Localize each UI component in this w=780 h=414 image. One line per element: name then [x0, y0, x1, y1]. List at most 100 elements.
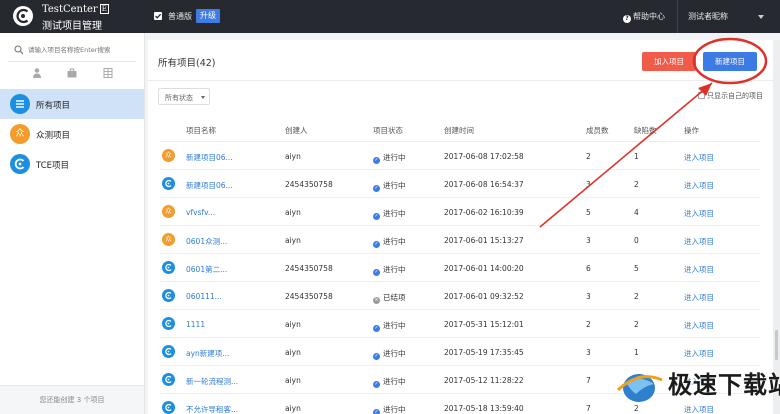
project-name-link[interactable]: 不允许导租客...	[186, 404, 238, 414]
join-project-button[interactable]: 加入项目	[642, 52, 696, 71]
enter-project-link[interactable]: 进入项目	[684, 236, 714, 247]
upgrade-button[interactable]: 升级	[196, 9, 220, 23]
project-defect-count: 1	[634, 348, 639, 357]
project-member-count: 3	[586, 348, 591, 357]
col-header-members[interactable]: 成员数	[586, 125, 609, 136]
enter-project-link[interactable]: 进入项目	[684, 292, 714, 303]
project-member-count: 7	[586, 376, 591, 385]
project-member-count: 3	[586, 180, 591, 189]
scrollbar-thumb[interactable]	[775, 330, 778, 360]
project-defect-count: 2	[634, 292, 639, 301]
project-member-count: 3	[586, 292, 591, 301]
project-defect-count: 1	[634, 152, 639, 161]
col-header-action: 操作	[684, 126, 699, 135]
new-project-button[interactable]: 新建项目	[703, 52, 757, 71]
project-status-label: 进行中	[383, 321, 406, 330]
sidebar-item-label: 众测项目	[36, 131, 71, 141]
grid-icon[interactable]	[102, 67, 114, 79]
enter-project-link[interactable]: 进入项目	[684, 320, 714, 331]
enter-project-link[interactable]: 进入项目	[684, 180, 714, 191]
col-header-created[interactable]: 创建时间	[444, 125, 474, 136]
col-header-defects[interactable]: 缺陷数	[634, 125, 657, 136]
brand-name-cn: 测试项目管理	[42, 21, 102, 32]
project-creator: 2454350758	[285, 264, 333, 273]
sidebar-filter-icons	[0, 67, 145, 81]
tce-project-icon	[162, 401, 175, 414]
enter-project-link[interactable]: 进入项目	[684, 404, 714, 414]
table-row: 众 vfvsfv... aiyn ✓ 进行中 2017-06-02 16:10:39 5 4 进…	[148, 198, 773, 226]
project-search[interactable]	[8, 41, 136, 59]
project-name-link[interactable]: 新建项目06...	[186, 152, 233, 163]
closed-status-icon: ×	[373, 297, 380, 304]
brand-edition-badge: E	[99, 4, 109, 14]
briefcase-icon[interactable]	[66, 67, 78, 79]
own-only-label: 只显示自己的项目	[707, 92, 763, 100]
project-status: ✓ 进行中	[373, 376, 406, 388]
project-defect-count: 4	[634, 208, 639, 217]
project-member-count: 3	[586, 236, 591, 245]
crowd-project-icon: 众	[162, 149, 175, 162]
project-creator: aiyn	[285, 376, 301, 385]
own-projects-only-toggle[interactable]: 只显示自己的项目	[698, 91, 763, 101]
col-header-status[interactable]: 项目状态	[373, 125, 403, 136]
enter-project-link[interactable]: 进入项目	[684, 264, 714, 275]
project-name-link[interactable]: 060111...	[186, 292, 222, 301]
header-divider	[148, 80, 773, 81]
table-row: 0601第二... 2454350758 ✓ 进行中 2017-06-01 14:00:…	[148, 254, 773, 282]
project-created-time: 2017-06-02 16:10:39	[444, 208, 524, 217]
project-defect-count: 2	[634, 180, 639, 189]
search-icon	[14, 45, 24, 55]
project-name-link[interactable]: 0601第二...	[186, 264, 227, 275]
project-name-link[interactable]: 新一轮流程测...	[186, 376, 238, 387]
project-created-time: 2017-06-01 14:00:20	[444, 264, 524, 273]
project-name-link[interactable]: 新建项目06...	[186, 180, 233, 191]
project-defect-count: 5	[634, 264, 639, 273]
in-progress-status-icon: ✓	[373, 157, 380, 164]
project-list-panel: 所有项目(42) 加入项目 新建项目 所有状态 只显示自己的项目 项目名称 创建…	[148, 40, 773, 414]
in-progress-status-icon: ✓	[373, 325, 380, 332]
enter-project-link[interactable]: 进入项目	[684, 348, 714, 359]
project-status: ✓ 进行中	[373, 180, 406, 192]
plan-checkbox[interactable]	[154, 12, 162, 20]
sidebar-item-all-projects[interactable]: 所有项目	[0, 89, 144, 119]
project-creator: aiyn	[285, 320, 301, 329]
crowd-project-icon: 众	[162, 205, 175, 218]
project-creator: aiyn	[285, 404, 301, 413]
project-status: ✓ 进行中	[373, 152, 406, 164]
in-progress-status-icon: ✓	[373, 241, 380, 248]
project-status: ✓ 进行中	[373, 348, 406, 360]
project-name-link[interactable]: 1111	[186, 320, 205, 329]
project-created-time: 2017-05-18 13:59:40	[444, 404, 524, 413]
person-icon[interactable]	[31, 67, 43, 79]
project-name-link[interactable]: ayn新建项...	[186, 348, 229, 359]
help-icon: ?	[623, 15, 631, 23]
user-menu[interactable]: 测试者昵称	[688, 11, 728, 22]
chevron-down-icon[interactable]	[758, 15, 764, 19]
col-header-name[interactable]: 项目名称	[186, 125, 216, 136]
project-status: ✓ 进行中	[373, 264, 406, 276]
table-row: 众新建项目06... aiyn ✓ 进行中 2017-06-08 17:02:58 2 1 进…	[148, 142, 773, 170]
brand-name-en: TestCenter E	[42, 4, 109, 15]
page-title: 所有项目(42)	[158, 58, 216, 69]
tce-project-icon	[162, 345, 175, 358]
tce-project-icon	[162, 261, 175, 274]
sidebar-item-tce-projects[interactable]: TCE项目	[0, 149, 144, 179]
help-center-link[interactable]: ? 帮助中心	[623, 11, 665, 23]
enter-project-link[interactable]: 进入项目	[684, 208, 714, 219]
project-defect-count: 2	[634, 320, 639, 329]
project-name-link[interactable]: 0601众测...	[186, 236, 227, 247]
status-filter-select[interactable]: 所有状态	[158, 88, 210, 105]
project-quota-note: 您还能创建 3 个项目	[0, 385, 144, 414]
in-progress-status-icon: ✓	[373, 269, 380, 276]
col-header-creator[interactable]: 创建人	[285, 125, 308, 136]
search-input[interactable]	[28, 42, 134, 58]
top-bar: TestCenter E 测试项目管理 普通版 升级 ? 帮助中心 测试者昵称	[0, 0, 780, 33]
sidebar-item-crowd-projects[interactable]: 众 众测项目	[0, 119, 144, 149]
own-only-checkbox[interactable]	[698, 92, 705, 99]
crowd-project-icon: 众	[162, 233, 175, 246]
project-name-link[interactable]: vfvsfv...	[186, 208, 215, 217]
in-progress-status-icon: ✓	[373, 409, 380, 414]
search-underline	[8, 61, 136, 62]
project-status-label: 进行中	[383, 349, 406, 358]
enter-project-link[interactable]: 进入项目	[684, 152, 714, 163]
